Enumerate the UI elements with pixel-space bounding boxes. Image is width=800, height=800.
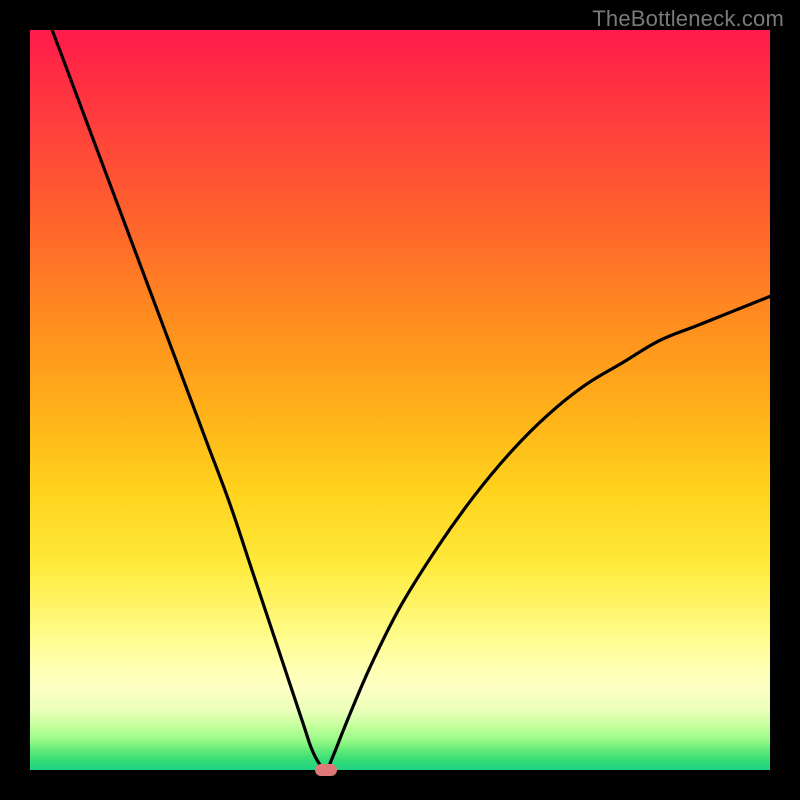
- bottleneck-curve: [30, 30, 770, 770]
- minimum-marker: [315, 764, 337, 776]
- plot-area: [30, 30, 770, 770]
- watermark-text: TheBottleneck.com: [592, 6, 784, 32]
- chart-frame: TheBottleneck.com: [0, 0, 800, 800]
